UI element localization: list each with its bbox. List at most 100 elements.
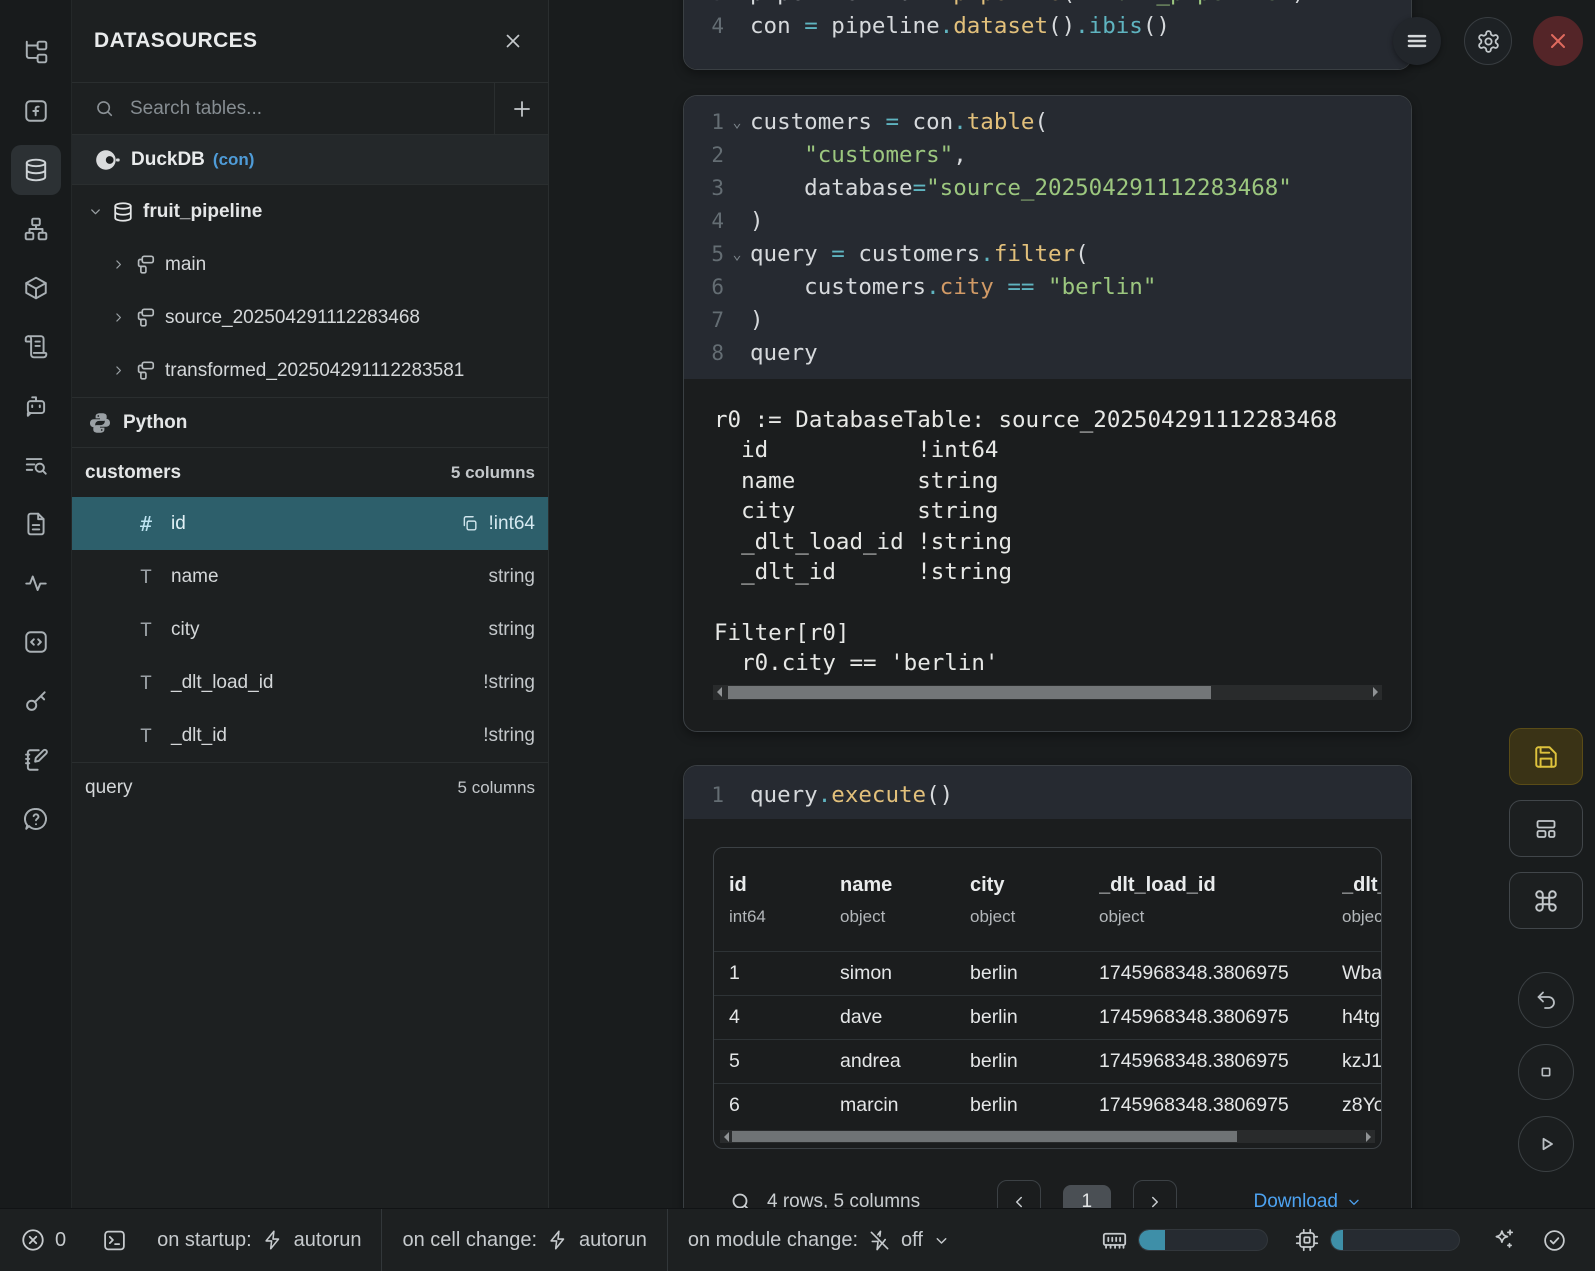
code-line: 1query.execute() [684, 778, 1411, 811]
schema-icon [134, 307, 156, 329]
save-icon [1533, 744, 1559, 770]
table-row[interactable]: 5andreaberlin1745968348.3806975kzJ1 [714, 1039, 1381, 1083]
snippets-button[interactable] [11, 617, 61, 667]
code-line: 2 "customers", [684, 138, 1411, 171]
file-tree-button[interactable] [11, 27, 61, 77]
scroll-right-arrow-icon[interactable] [1366, 1132, 1371, 1142]
database-name: fruit_pipeline [143, 201, 262, 223]
on-module-change-setting[interactable]: on module change: off [688, 1229, 950, 1252]
column-row-_dlt_id[interactable]: T_dlt_id!string [72, 709, 548, 762]
scrollbar-thumb[interactable] [732, 1131, 1237, 1142]
code-cell-1[interactable]: 3pipeline = dlt.pipeline("fruit_pipeline… [683, 0, 1412, 70]
undo-icon [1534, 988, 1558, 1012]
connection-row-duckdb[interactable]: DuckDB (con) [72, 135, 548, 185]
schema-item-transformed_202504291112283581[interactable]: transformed_202504291112283581 [72, 344, 548, 397]
table-cell: 1745968348.3806975 [1099, 1050, 1342, 1073]
logs-button[interactable] [11, 322, 61, 372]
scratchpad-button[interactable] [11, 735, 61, 785]
table-column-header-_dlt_load_id[interactable]: _dlt_load_idobject [1099, 874, 1342, 927]
code-cell-3[interactable]: 1query.execute() idint64nameobjectcityob… [683, 765, 1412, 1208]
dependency-graph-button[interactable] [11, 204, 61, 254]
table-search-icon[interactable] [729, 1190, 753, 1208]
table-cell: 1745968348.3806975 [1099, 1094, 1342, 1117]
table-row[interactable]: 4daveberlin1745968348.3806975h4tg [714, 995, 1381, 1039]
search-input[interactable] [130, 98, 494, 120]
list-search-icon [23, 452, 49, 478]
table-column-header-name[interactable]: nameobject [840, 874, 970, 927]
close-panel-button[interactable] [502, 30, 524, 52]
secrets-button[interactable] [11, 676, 61, 726]
python-section-header[interactable]: Python [72, 397, 548, 447]
scroll-icon [23, 334, 49, 360]
download-link[interactable]: Download [1254, 1191, 1363, 1208]
scrollbar-thumb[interactable] [728, 686, 1211, 699]
settings-button[interactable] [1464, 17, 1512, 65]
layout-button[interactable] [1509, 800, 1583, 857]
cell3-output: idint64nameobjectcityobject_dlt_load_ido… [684, 819, 1411, 1208]
column-header-dtype: object [840, 907, 970, 927]
stop-button[interactable] [1518, 1044, 1574, 1100]
command-palette-button[interactable] [1509, 872, 1583, 929]
column-row-_dlt_load_id[interactable]: T_dlt_load_id!string [72, 656, 548, 709]
documentation-button[interactable] [11, 499, 61, 549]
table-column-header-_dlt_id[interactable]: _dlt_idobject [1342, 874, 1381, 927]
ai-assistant-button[interactable] [1490, 1227, 1516, 1253]
python-icon [88, 411, 112, 435]
menu-button[interactable] [1393, 17, 1441, 65]
run-button[interactable] [1518, 1116, 1574, 1172]
column-row-city[interactable]: Tcitystring [72, 603, 548, 656]
shutdown-button[interactable] [1533, 16, 1583, 66]
table-column-header-city[interactable]: cityobject [970, 874, 1099, 927]
column-row-name[interactable]: Tnamestring [72, 550, 548, 603]
connection-name: DuckDB [131, 149, 205, 171]
function-square-icon [23, 98, 49, 124]
undo-button[interactable] [1518, 972, 1574, 1028]
ai-chat-button[interactable] [11, 381, 61, 431]
database-item-fruit-pipeline[interactable]: fruit_pipeline [72, 185, 548, 238]
schema-item-source_202504291112283468[interactable]: source_202504291112283468 [72, 291, 548, 344]
table-row[interactable]: 6marcinberlin1745968348.3806975z8Yo [714, 1083, 1381, 1127]
scroll-left-arrow-icon[interactable] [717, 687, 722, 697]
chevron-down-icon [933, 1232, 950, 1249]
packages-button[interactable] [11, 263, 61, 313]
on-startup-setting[interactable]: on startup: autorun [157, 1229, 361, 1252]
save-button[interactable] [1509, 728, 1583, 785]
text-type-icon: T [135, 672, 157, 694]
scroll-left-arrow-icon[interactable] [724, 1132, 729, 1142]
table-horizontal-scrollbar[interactable] [720, 1130, 1375, 1143]
page-number[interactable]: 1 [1063, 1185, 1111, 1208]
code-cell-2[interactable]: 1⌄customers = con.table(2 "customers",3 … [683, 95, 1412, 732]
table-row[interactable]: 1simonberlin1745968348.3806975Wba [714, 951, 1381, 995]
table-header-customers[interactable]: customers 5 columns [72, 447, 548, 497]
column-name: city [171, 619, 200, 641]
chevron-left-icon [1010, 1193, 1028, 1208]
cell3-code: 1query.execute() [684, 766, 1411, 819]
terminal-button[interactable] [102, 1228, 127, 1253]
connection-status-button[interactable] [1542, 1228, 1567, 1253]
next-page-button[interactable] [1133, 1180, 1177, 1208]
zap-icon [262, 1229, 284, 1251]
log-search-button[interactable] [11, 440, 61, 490]
copy-icon[interactable] [460, 514, 479, 533]
tracing-button[interactable] [11, 558, 61, 608]
command-icon [1533, 888, 1559, 914]
ram-usage [1101, 1227, 1268, 1254]
duckdb-logo-icon [94, 147, 120, 173]
horizontal-scrollbar[interactable] [713, 685, 1382, 700]
datasources-button[interactable] [11, 145, 61, 195]
table-column-header-id[interactable]: idint64 [729, 874, 840, 927]
add-datasource-button[interactable] [494, 83, 548, 134]
help-button[interactable] [11, 794, 61, 844]
errors-indicator[interactable]: 0 [20, 1227, 66, 1253]
schema-item-main[interactable]: main [72, 238, 548, 291]
previous-page-button[interactable] [997, 1180, 1041, 1208]
schema-icon [134, 360, 156, 382]
column-row-id[interactable]: #id!int64 [72, 497, 548, 550]
on-cell-change-setting[interactable]: on cell change: autorun [402, 1229, 646, 1252]
scroll-right-arrow-icon[interactable] [1373, 687, 1378, 697]
table-header-query[interactable]: query 5 columns [72, 762, 548, 812]
gear-icon [1476, 29, 1501, 54]
table-cell: 5 [729, 1050, 840, 1073]
functions-button[interactable] [11, 86, 61, 136]
zap-icon [547, 1229, 569, 1251]
